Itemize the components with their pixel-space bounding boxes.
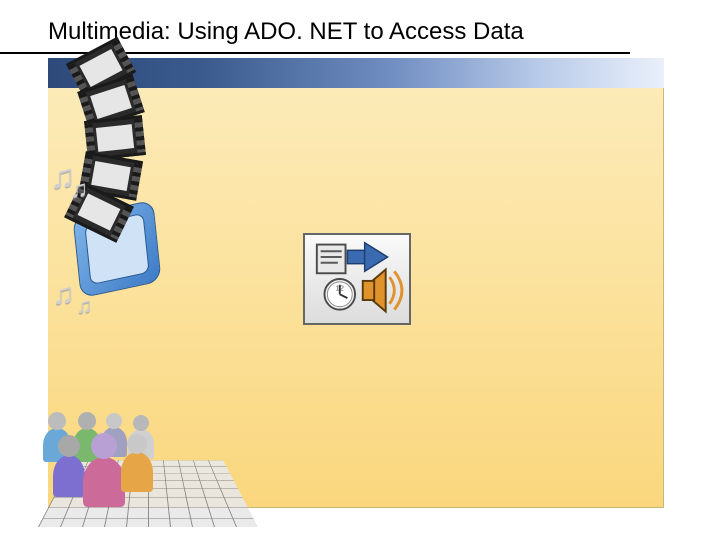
multimedia-play-icon: 12: [305, 235, 409, 323]
music-note-icon: ♫: [52, 278, 75, 312]
sidebar-illustration: ♫ ♫ ♫ ♫: [48, 88, 166, 507]
filmstrip-graphic: [78, 48, 138, 258]
slide-title: Multimedia: Using ADO. NET to Access Dat…: [0, 0, 630, 54]
music-note-icon: ♫: [70, 176, 88, 204]
multimedia-play-button[interactable]: 12: [303, 233, 411, 325]
header-banner: [48, 58, 664, 88]
people-crowd-graphic: [43, 397, 203, 517]
svg-text:12: 12: [336, 283, 345, 292]
slide-content-area: ♫ ♫ ♫ ♫: [48, 88, 664, 508]
music-note-icon: ♫: [76, 293, 93, 319]
